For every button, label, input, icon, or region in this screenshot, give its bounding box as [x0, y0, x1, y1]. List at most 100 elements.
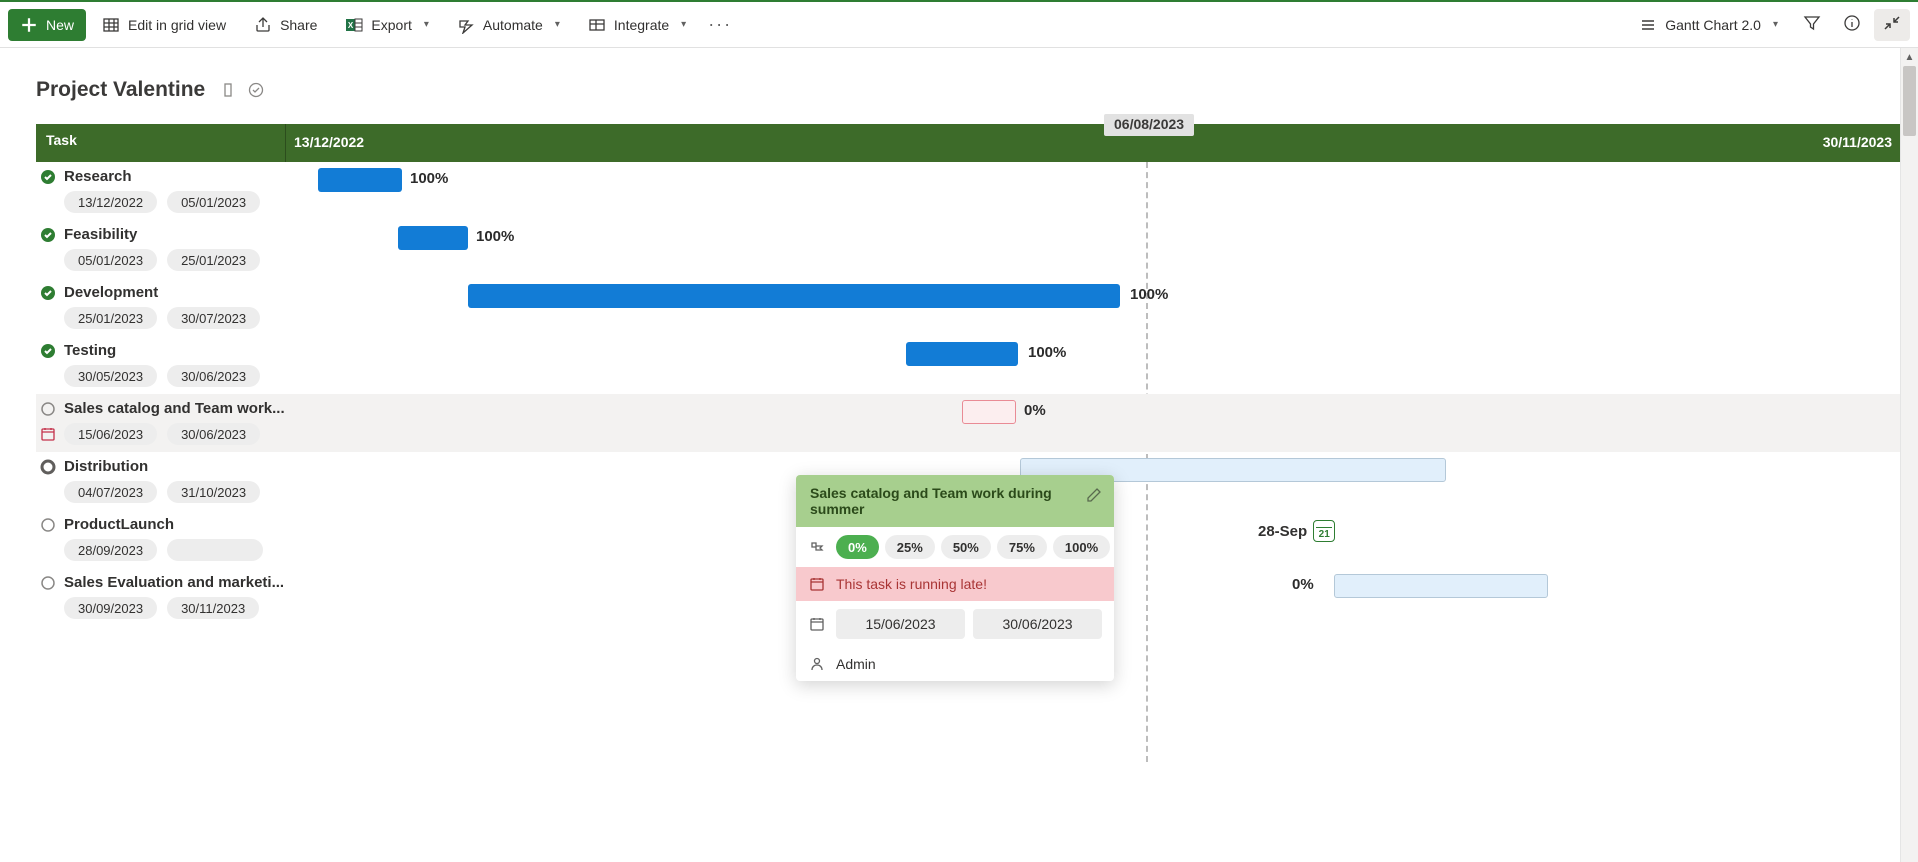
end-date-chip[interactable]: 05/01/2023 [167, 191, 260, 213]
share-label: Share [280, 17, 317, 33]
start-date-chip[interactable]: 04/07/2023 [64, 481, 157, 503]
info-button[interactable] [1834, 9, 1870, 41]
scroll-up-icon[interactable]: ▲ [1901, 48, 1918, 66]
progress-pill[interactable]: 25% [885, 535, 935, 559]
integrate-label: Integrate [614, 17, 669, 33]
status-icon[interactable] [40, 517, 56, 533]
end-date-chip[interactable]: 30/06/2023 [167, 423, 260, 445]
end-date-chip[interactable]: 30/07/2023 [167, 307, 260, 329]
content-area: Project Valentine Task 13/12/2022 30/11/… [0, 48, 1900, 862]
progress-pill[interactable]: 50% [941, 535, 991, 559]
start-date-chip[interactable]: 05/01/2023 [64, 249, 157, 271]
start-date-chip[interactable]: 25/01/2023 [64, 307, 157, 329]
gantt-bar[interactable] [468, 284, 1120, 308]
end-date-chip[interactable]: 25/01/2023 [167, 249, 260, 271]
popover-warning-row: This task is running late! [796, 567, 1114, 601]
popover-end-date[interactable]: 30/06/2023 [973, 609, 1102, 639]
collapse-icon [1883, 14, 1901, 35]
task-name[interactable]: Sales Evaluation and marketi... [64, 574, 284, 591]
automate-button[interactable]: Automate ▾ [445, 9, 572, 41]
progress-label: 100% [1028, 344, 1066, 361]
progress-pill[interactable]: 75% [997, 535, 1047, 559]
timeline-end-date: 30/11/2023 [1815, 124, 1900, 162]
view-name: Gantt Chart 2.0 [1665, 17, 1761, 33]
gantt-bar[interactable] [906, 342, 1018, 366]
task-row[interactable]: Testing 30/05/2023 30/06/2023 100% [36, 336, 1900, 394]
task-name[interactable]: Testing [64, 342, 116, 359]
task-cell: ProductLaunch 28/09/2023 [36, 510, 318, 568]
start-date-chip[interactable]: 28/09/2023 [64, 539, 157, 561]
bookmark-icon[interactable] [219, 81, 237, 99]
gantt-bar[interactable] [318, 168, 402, 192]
gantt-cell: 100% [318, 278, 1900, 336]
chevron-down-icon: ▾ [1773, 19, 1778, 30]
scroll-thumb[interactable] [1903, 66, 1916, 136]
status-icon[interactable] [40, 459, 56, 475]
overflow-button[interactable]: ··· [702, 9, 738, 41]
new-button[interactable]: New [8, 9, 86, 41]
share-icon [254, 16, 272, 34]
export-button[interactable]: X Export ▾ [333, 9, 441, 41]
start-date-chip[interactable]: 30/05/2023 [64, 365, 157, 387]
gantt-cell: 100% [318, 162, 1900, 220]
collapse-button[interactable] [1874, 9, 1910, 41]
gantt-cell: 0% [318, 394, 1900, 452]
edit-grid-button[interactable]: Edit in grid view [90, 9, 238, 41]
share-button[interactable]: Share [242, 9, 329, 41]
progress-label: 100% [410, 170, 448, 187]
start-date-chip[interactable]: 15/06/2023 [64, 423, 157, 445]
task-row[interactable]: Research 13/12/2022 05/01/2023 100% [36, 162, 1900, 220]
gantt-bar[interactable] [398, 226, 468, 250]
end-date-chip[interactable]: 30/06/2023 [167, 365, 260, 387]
progress-pills: 0%25%50%75%100% [836, 535, 1110, 559]
toolbar: New Edit in grid view Share X Export ▾ A… [0, 0, 1918, 48]
task-cell: Testing 30/05/2023 30/06/2023 [36, 336, 318, 394]
progress-label: 100% [476, 228, 514, 245]
grid-icon [102, 16, 120, 34]
edit-button[interactable] [1084, 485, 1104, 505]
milestone-marker[interactable]: 28-Sep21 [1258, 520, 1335, 542]
task-cell: Sales catalog and Team work... 15/06/2023… [36, 394, 318, 452]
task-name[interactable]: Distribution [64, 458, 148, 475]
task-name[interactable]: Research [64, 168, 132, 185]
progress-pill[interactable]: 0% [836, 535, 879, 559]
progress-pill[interactable]: 100% [1053, 535, 1110, 559]
end-date-chip[interactable]: 30/11/2023 [167, 597, 259, 619]
task-name[interactable]: Sales catalog and Team work... [64, 400, 285, 417]
end-date-chip[interactable] [167, 539, 263, 561]
task-row[interactable]: Feasibility 05/01/2023 25/01/2023 100% [36, 220, 1900, 278]
filter-button[interactable] [1794, 9, 1830, 41]
view-switcher[interactable]: Gantt Chart 2.0 ▾ [1627, 9, 1790, 41]
task-row[interactable]: Development 25/01/2023 30/07/2023 100% [36, 278, 1900, 336]
status-icon[interactable] [40, 285, 56, 301]
task-row[interactable]: Sales catalog and Team work... 15/06/2023… [36, 394, 1900, 452]
start-date-chip[interactable]: 30/09/2023 [64, 597, 157, 619]
gantt-bar[interactable] [1334, 574, 1548, 598]
task-cell: Distribution 04/07/2023 31/10/2023 [36, 452, 318, 510]
status-icon[interactable] [40, 575, 56, 591]
today-marker: 06/08/2023 [1104, 114, 1194, 136]
integrate-icon [588, 16, 606, 34]
status-icon[interactable] [40, 169, 56, 185]
popover-owner: Admin [836, 656, 876, 672]
popover-start-date[interactable]: 15/06/2023 [836, 609, 965, 639]
progress-label: 0% [1024, 402, 1046, 419]
status-icon[interactable] [40, 343, 56, 359]
status-icon[interactable] [40, 227, 56, 243]
task-name[interactable]: Feasibility [64, 226, 137, 243]
calendar-alert-icon [808, 575, 826, 593]
calendar-icon [808, 615, 826, 633]
end-date-chip[interactable]: 31/10/2023 [167, 481, 260, 503]
popover-dates-row: 15/06/2023 30/06/2023 [796, 601, 1114, 647]
task-name[interactable]: ProductLaunch [64, 516, 174, 533]
vertical-scrollbar[interactable]: ▲ [1900, 48, 1918, 862]
gantt-bar[interactable] [962, 400, 1016, 424]
gantt-timeline-header [285, 124, 1900, 162]
calendar-day-icon: 21 [1313, 520, 1335, 542]
new-label: New [46, 17, 74, 33]
task-name[interactable]: Development [64, 284, 158, 301]
status-icon[interactable] [40, 401, 56, 417]
check-circle-icon[interactable] [247, 81, 265, 99]
start-date-chip[interactable]: 13/12/2022 [64, 191, 157, 213]
integrate-button[interactable]: Integrate ▾ [576, 9, 698, 41]
